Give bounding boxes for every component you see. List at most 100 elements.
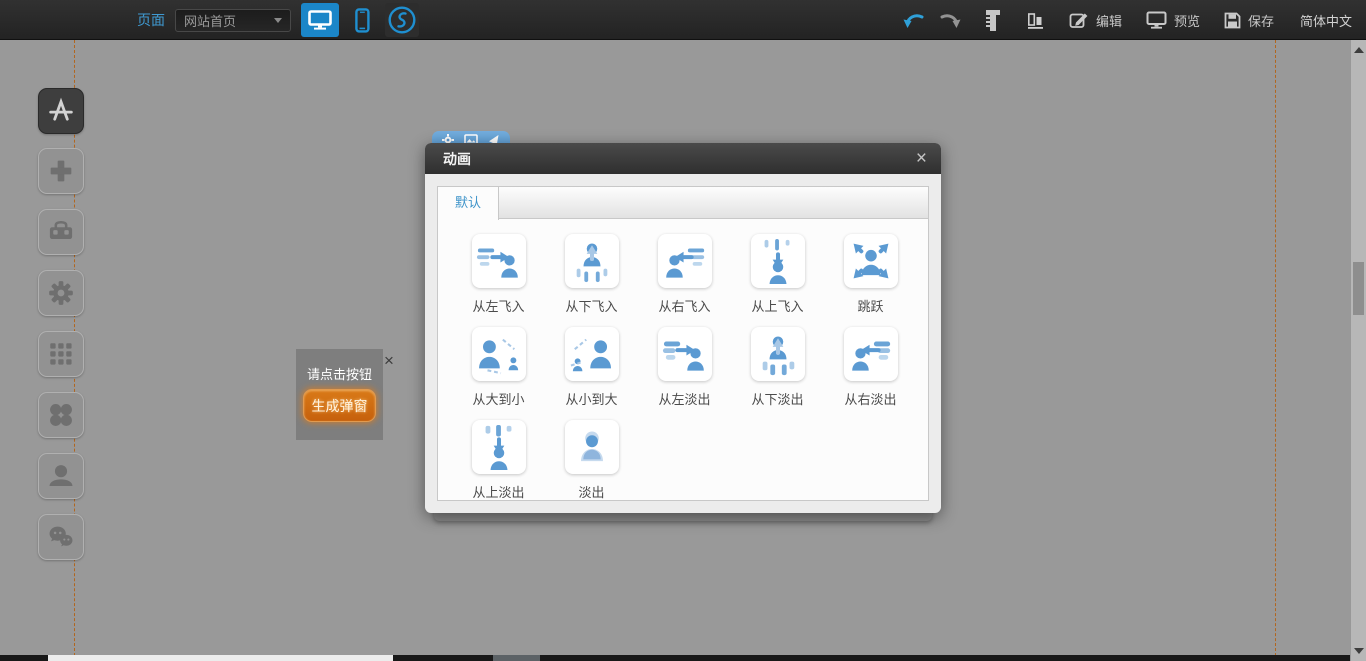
animation-item-6[interactable]: 从小到大 [545, 327, 638, 408]
fade-top-icon [472, 420, 526, 474]
undo-button[interactable] [903, 12, 925, 29]
animation-label: 从右飞入 [638, 296, 731, 315]
animation-label: 从左淡出 [638, 389, 731, 408]
animation-label: 跳跃 [824, 296, 917, 315]
mobile-icon [355, 8, 370, 33]
preview-icon [1146, 11, 1167, 29]
device-mobile-button[interactable] [345, 3, 379, 37]
vertical-scrollbar-thumb[interactable] [1353, 262, 1364, 315]
page-label: 页面 [137, 10, 165, 30]
modal-tabbar: 默认 [437, 186, 929, 219]
animation-item-9[interactable]: 从右淡出 [824, 327, 917, 408]
design-tools-icon [44, 94, 78, 128]
animation-label: 从上淡出 [452, 482, 545, 501]
tab-default[interactable]: 默认 [437, 186, 499, 220]
wechat-icon [44, 520, 78, 554]
preview-label: 预览 [1174, 11, 1200, 30]
page-dropdown-value: 网站首页 [184, 11, 274, 30]
fade-left-icon [658, 327, 712, 381]
sidebar-item-user[interactable] [38, 453, 84, 499]
popup-trigger-widget[interactable]: 请点击按钮 生成弹窗 [296, 349, 383, 440]
sidebar-item-toolbox[interactable] [38, 209, 84, 255]
animation-label: 从小到大 [545, 389, 638, 408]
page-dropdown[interactable]: 网站首页 [175, 9, 291, 32]
link-icon [387, 5, 417, 35]
modal-header[interactable]: 动画 × [425, 143, 941, 174]
vertical-scrollbar[interactable] [1350, 40, 1366, 661]
animation-item-0[interactable]: 从左飞入 [452, 234, 545, 315]
plus-icon [44, 154, 78, 188]
fade-bottom-icon [751, 327, 805, 381]
desktop-icon [308, 10, 332, 30]
sidebar-item-plus[interactable] [38, 148, 84, 194]
animation-label: 从下飞入 [545, 296, 638, 315]
chevron-down-icon [274, 18, 282, 23]
scroll-up-arrow-icon[interactable] [1354, 47, 1364, 53]
grid-icon [44, 337, 78, 371]
animation-label: 从上飞入 [731, 296, 824, 315]
bottom-bar [0, 655, 1350, 661]
sidebar-item-clover[interactable] [38, 392, 84, 438]
animation-item-3[interactable]: 从上飞入 [731, 234, 824, 315]
fly-in-right-icon [658, 234, 712, 288]
language-switcher[interactable]: 简体中文 [1300, 11, 1352, 30]
animation-label: 从左飞入 [452, 296, 545, 315]
modal-body: 默认 从左飞入从下飞入从右飞入从上飞入跳跃从大到小从小到大从左淡出从下淡出从右淡… [425, 174, 941, 513]
jump-icon [844, 234, 898, 288]
modal-title: 动画 [443, 149, 916, 169]
ruler-button[interactable] [985, 9, 1002, 32]
animation-grid: 从左飞入从下飞入从右飞入从上飞入跳跃从大到小从小到大从左淡出从下淡出从右淡出从上… [437, 219, 929, 501]
horizontal-scrollbar-thumb[interactable] [48, 655, 393, 661]
widget-close-icon[interactable]: × [384, 352, 394, 369]
edit-button[interactable]: 编辑 [1069, 11, 1122, 30]
fade-icon [565, 420, 619, 474]
big-to-small-icon [472, 327, 526, 381]
animation-item-2[interactable]: 从右飞入 [638, 234, 731, 315]
preview-button[interactable]: 预览 [1146, 11, 1200, 30]
redo-button[interactable] [939, 12, 961, 29]
stats-icon [1026, 11, 1045, 30]
save-button[interactable]: 保存 [1224, 11, 1274, 30]
animation-item-1[interactable]: 从下飞入 [545, 234, 638, 315]
builder-app: 页面 网站首页 [0, 0, 1366, 661]
scroll-down-arrow-icon[interactable] [1354, 648, 1364, 654]
link-button[interactable] [385, 3, 419, 37]
gear-icon [44, 276, 78, 310]
canvas: 请点击按钮 生成弹窗 × 动画 × 默认 从左飞入从下飞入从右飞入从上飞入跳跃从… [0, 40, 1366, 661]
animation-label: 从下淡出 [731, 389, 824, 408]
guide-line-right [1275, 40, 1276, 661]
edit-icon [1069, 11, 1089, 29]
stats-button[interactable] [1026, 11, 1045, 30]
undo-icon [903, 12, 925, 29]
device-desktop-button[interactable] [301, 3, 339, 37]
animation-modal: 动画 × 默认 从左飞入从下飞入从右飞入从上飞入跳跃从大到小从小到大从左淡出从下… [425, 143, 941, 513]
fly-in-bottom-icon [565, 234, 619, 288]
animation-item-11[interactable]: 淡出 [545, 420, 638, 501]
edit-label: 编辑 [1096, 11, 1122, 30]
clover-icon [44, 398, 78, 432]
ruler-icon [985, 9, 1002, 32]
animation-item-5[interactable]: 从大到小 [452, 327, 545, 408]
animation-item-8[interactable]: 从下淡出 [731, 327, 824, 408]
fly-in-top-icon [751, 234, 805, 288]
bottom-slider-thumb[interactable] [493, 655, 540, 661]
sidebar-item-design-tools[interactable] [38, 88, 84, 134]
user-icon [44, 459, 78, 493]
sidebar-item-grid[interactable] [38, 331, 84, 377]
animation-item-7[interactable]: 从左淡出 [638, 327, 731, 408]
modal-close-button[interactable]: × [916, 149, 927, 168]
save-icon [1224, 12, 1241, 29]
small-to-big-icon [565, 327, 619, 381]
redo-icon [939, 12, 961, 29]
widget-text: 请点击按钮 [296, 364, 383, 383]
sidebar-item-wechat[interactable] [38, 514, 84, 560]
toolbar-right-group: 编辑 预览 保存 简体中文 [879, 0, 1352, 40]
animation-label: 从大到小 [452, 389, 545, 408]
generate-popup-button[interactable]: 生成弹窗 [303, 389, 376, 422]
animation-item-10[interactable]: 从上淡出 [452, 420, 545, 501]
toolbox-icon [44, 215, 78, 249]
sidebar-item-gear[interactable] [38, 270, 84, 316]
toolbar-left-group: 页面 网站首页 [137, 0, 419, 40]
animation-item-4[interactable]: 跳跃 [824, 234, 917, 315]
animation-label: 从右淡出 [824, 389, 917, 408]
